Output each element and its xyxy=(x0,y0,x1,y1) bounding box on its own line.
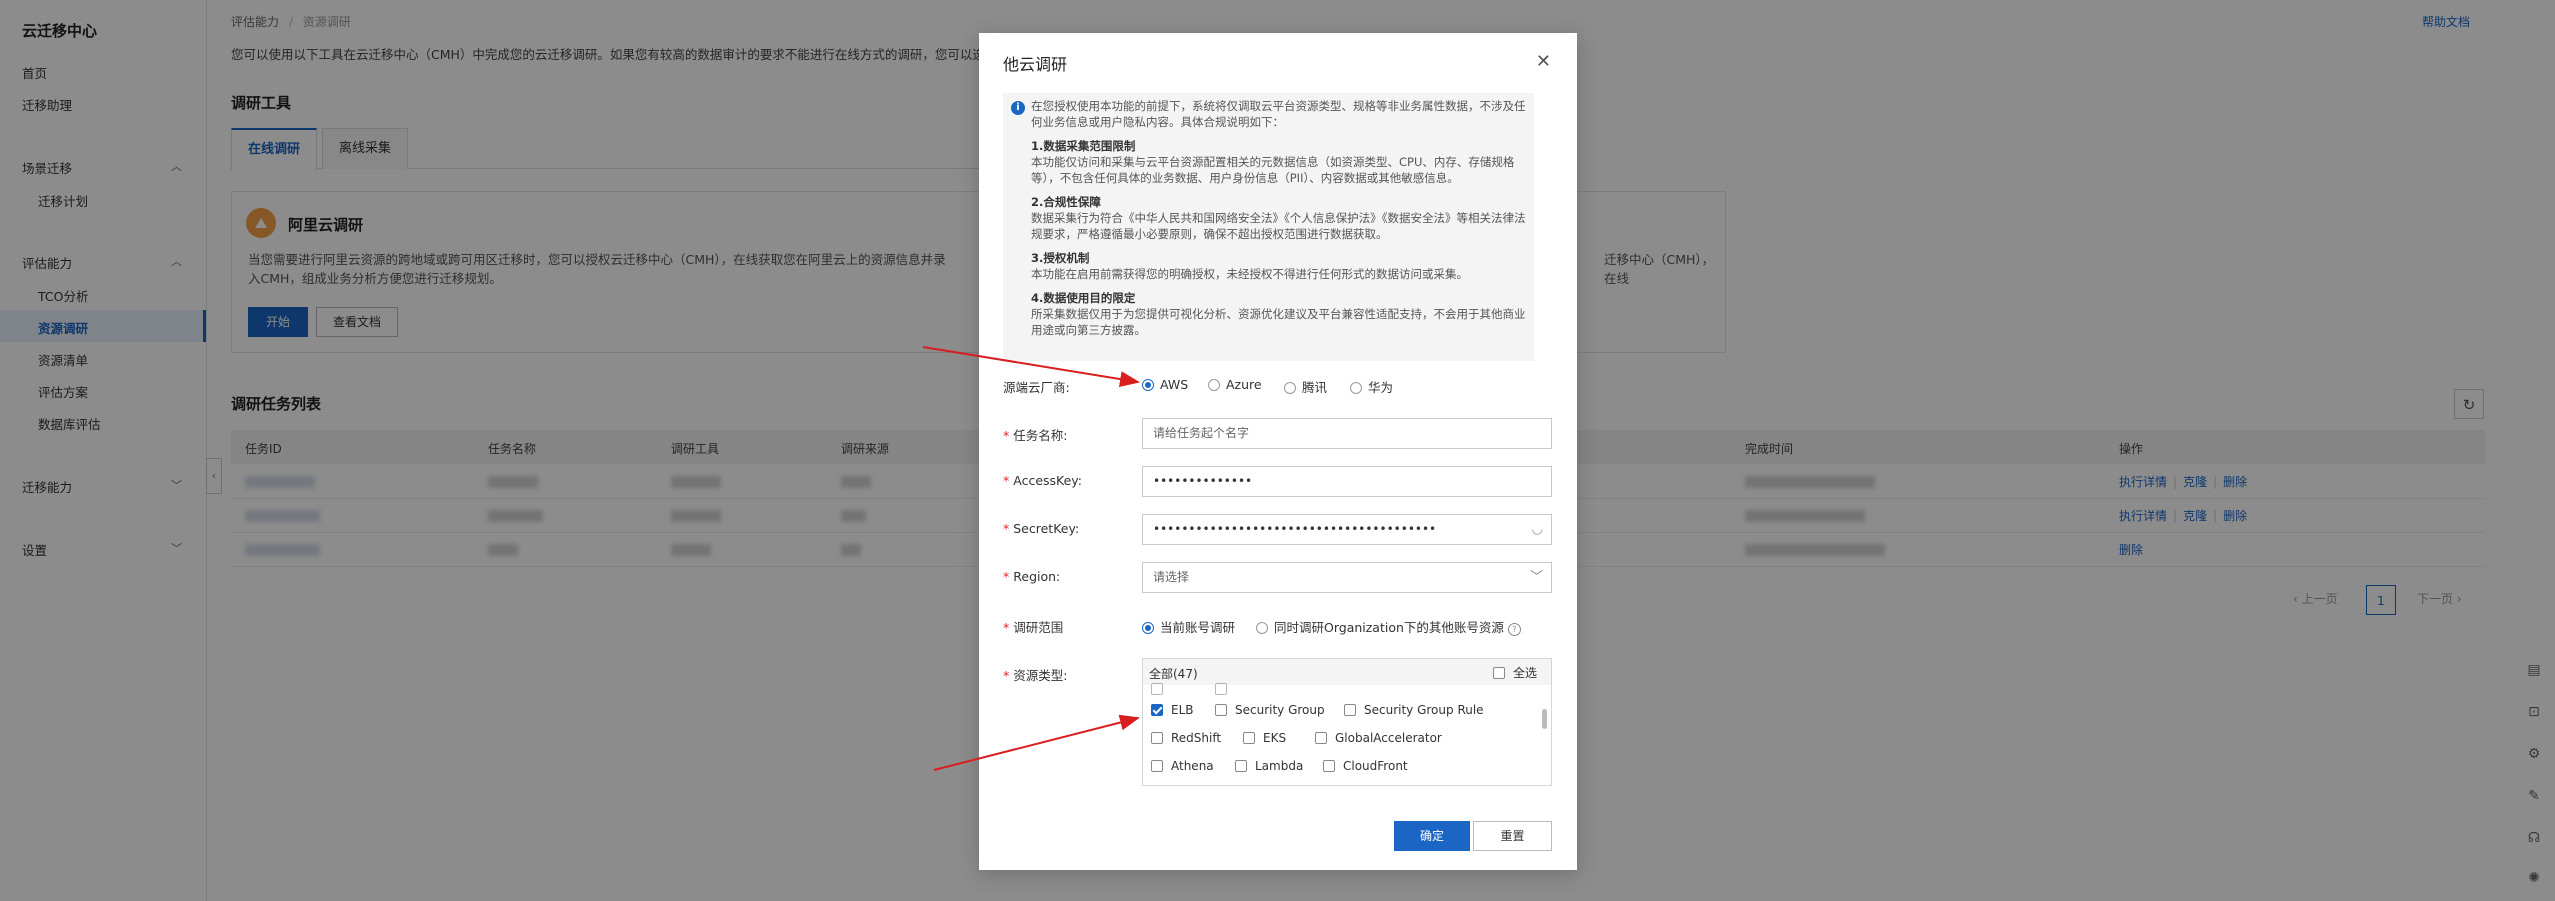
annotation-arrows xyxy=(922,346,1140,771)
annotation-arrow-resource xyxy=(933,714,1140,771)
annotation-arrow-vendor xyxy=(922,346,1140,388)
